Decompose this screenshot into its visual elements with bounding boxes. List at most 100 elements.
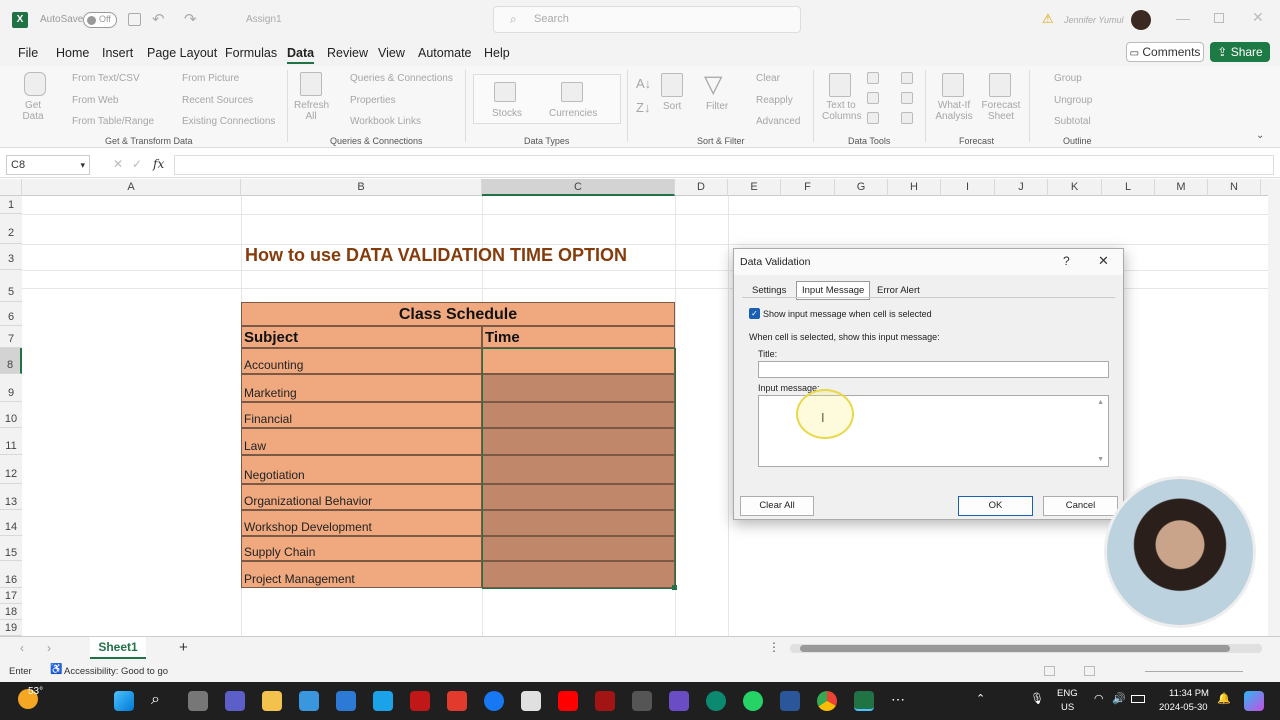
remove-duplicates-icon[interactable] <box>867 92 879 104</box>
close-window-icon[interactable]: ✕ <box>1252 9 1264 26</box>
accessibility-status[interactable]: Accessibility: Good to go <box>64 666 168 677</box>
table-title-cell[interactable]: Class Schedule <box>241 302 675 326</box>
advanced-filter[interactable]: Advanced <box>756 116 800 127</box>
column-header[interactable]: M <box>1155 179 1208 196</box>
tab-settings[interactable]: Settings <box>752 285 786 296</box>
row-header[interactable]: 1 <box>0 196 22 214</box>
get-data-icon[interactable] <box>24 72 46 96</box>
sort-az-icon[interactable]: A↓ <box>636 76 651 91</box>
language-primary[interactable]: ENG <box>1057 688 1078 699</box>
refresh-icon[interactable] <box>300 72 322 96</box>
column-header[interactable]: I <box>941 179 995 196</box>
from-table-range[interactable]: From Table/Range <box>72 116 154 127</box>
get-data-label[interactable]: Get Data <box>18 100 48 122</box>
select-all-corner[interactable] <box>0 179 22 196</box>
row-header[interactable]: 15 <box>0 536 22 561</box>
data-validation-icon[interactable] <box>867 112 879 124</box>
subject-cell[interactable]: Law <box>241 428 482 455</box>
refresh-all-label[interactable]: Refresh All <box>294 100 329 122</box>
filter-label[interactable]: Filter <box>706 101 728 112</box>
what-if-label[interactable]: What-If Analysis <box>932 100 976 122</box>
row-header[interactable]: 11 <box>0 428 22 455</box>
workbook-links[interactable]: Workbook Links <box>350 116 421 127</box>
sheet-heading[interactable]: How to use DATA VALIDATION TIME OPTION <box>245 245 627 266</box>
clipchamp-icon[interactable] <box>669 691 689 711</box>
normal-view-icon[interactable] <box>1044 666 1055 676</box>
subject-cell[interactable]: Marketing <box>241 374 482 402</box>
share-button[interactable]: ⇪ Share <box>1210 42 1270 62</box>
ok-button[interactable]: OK <box>958 496 1033 516</box>
app-red-icon[interactable] <box>447 691 467 711</box>
from-text-csv[interactable]: From Text/CSV <box>72 73 140 84</box>
currencies-label[interactable]: Currencies <box>549 108 597 119</box>
row-header[interactable]: 17 <box>0 588 22 604</box>
insert-function-icon[interactable]: fx <box>153 157 164 171</box>
subject-cell[interactable]: Accounting <box>241 348 482 374</box>
minimize-icon[interactable]: — <box>1176 10 1190 26</box>
row-header[interactable]: 16 <box>0 561 22 588</box>
row-header[interactable]: 13 <box>0 484 22 510</box>
subject-cell[interactable]: Supply Chain <box>241 536 482 561</box>
column-header[interactable]: D <box>675 179 728 196</box>
stocks-label[interactable]: Stocks <box>492 108 522 119</box>
prev-sheet-icon[interactable]: ‹ <box>20 641 24 655</box>
cancel-entry-icon[interactable]: ✕ <box>113 157 123 171</box>
row-header[interactable]: 18 <box>0 604 22 620</box>
title-field[interactable] <box>758 361 1109 378</box>
existing-connections[interactable]: Existing Connections <box>182 116 275 127</box>
menu-help[interactable]: Help <box>484 46 510 60</box>
sort-icon[interactable] <box>661 73 683 97</box>
menu-formulas[interactable]: Formulas <box>225 46 277 60</box>
filter-icon[interactable]: ▽ <box>704 70 722 99</box>
formula-input[interactable] <box>174 155 1274 175</box>
menu-page-layout[interactable]: Page Layout <box>147 46 217 60</box>
input-message-field[interactable]: ▲ ▼ I <box>758 389 1109 467</box>
sort-za-icon[interactable]: Z↓ <box>636 100 650 115</box>
row-header[interactable]: 6 <box>0 302 22 326</box>
from-web[interactable]: From Web <box>72 95 119 106</box>
search-box[interactable]: ⌕ Search <box>493 6 801 33</box>
help-icon[interactable]: ? <box>1063 254 1070 268</box>
row-header[interactable]: 19 <box>0 620 22 636</box>
sort-label[interactable]: Sort <box>663 101 681 112</box>
whatsapp-icon[interactable] <box>743 691 763 711</box>
menu-insert[interactable]: Insert <box>102 46 133 60</box>
amazon-icon[interactable] <box>521 691 541 711</box>
row-header[interactable]: 12 <box>0 455 22 484</box>
row-header[interactable]: 10 <box>0 402 22 428</box>
menu-file[interactable]: File <box>18 46 38 60</box>
fill-handle[interactable] <box>672 585 677 590</box>
app-icon[interactable] <box>336 691 356 711</box>
subject-cell[interactable]: Workshop Development <box>241 510 482 536</box>
microphone-icon[interactable]: 🎙 <box>1030 692 1044 705</box>
save-icon[interactable] <box>128 13 141 26</box>
undo-icon[interactable]: ↶ <box>152 10 165 28</box>
chrome-ext-icon[interactable] <box>373 691 393 711</box>
store-icon[interactable] <box>299 691 319 711</box>
copilot-icon[interactable] <box>1244 691 1264 711</box>
subject-cell[interactable]: Organizational Behavior <box>241 484 482 510</box>
word-icon[interactable] <box>780 691 800 711</box>
vertical-scrollbar[interactable] <box>1268 179 1280 636</box>
youtube-icon[interactable] <box>558 691 578 711</box>
column-header[interactable]: N <box>1208 179 1261 196</box>
app-maroon-icon[interactable] <box>595 691 615 711</box>
more-options-icon[interactable]: ⋮ <box>768 640 780 654</box>
cancel-button[interactable]: Cancel <box>1043 496 1118 516</box>
column-header[interactable]: B <box>241 179 482 196</box>
column-header[interactable]: J <box>995 179 1048 196</box>
relationships-icon[interactable] <box>901 92 913 104</box>
volume-icon[interactable]: 🔊 <box>1112 692 1126 705</box>
header-time-cell[interactable]: Time <box>482 326 675 348</box>
row-header[interactable]: 14 <box>0 510 22 536</box>
menu-home[interactable]: Home <box>56 46 89 60</box>
clock-date[interactable]: 2024-05-30 <box>1159 702 1208 713</box>
ungroup-button[interactable]: Ungroup <box>1054 95 1092 106</box>
queries-connections[interactable]: Queries & Connections <box>350 73 453 84</box>
notification-bell-icon[interactable]: 🔔 <box>1217 692 1231 705</box>
column-header[interactable]: H <box>888 179 941 196</box>
warning-icon[interactable]: ⚠ <box>1042 11 1054 27</box>
column-header[interactable]: C <box>482 179 675 196</box>
clock-time[interactable]: 11:34 PM <box>1169 688 1209 699</box>
column-header[interactable]: A <box>22 179 241 196</box>
